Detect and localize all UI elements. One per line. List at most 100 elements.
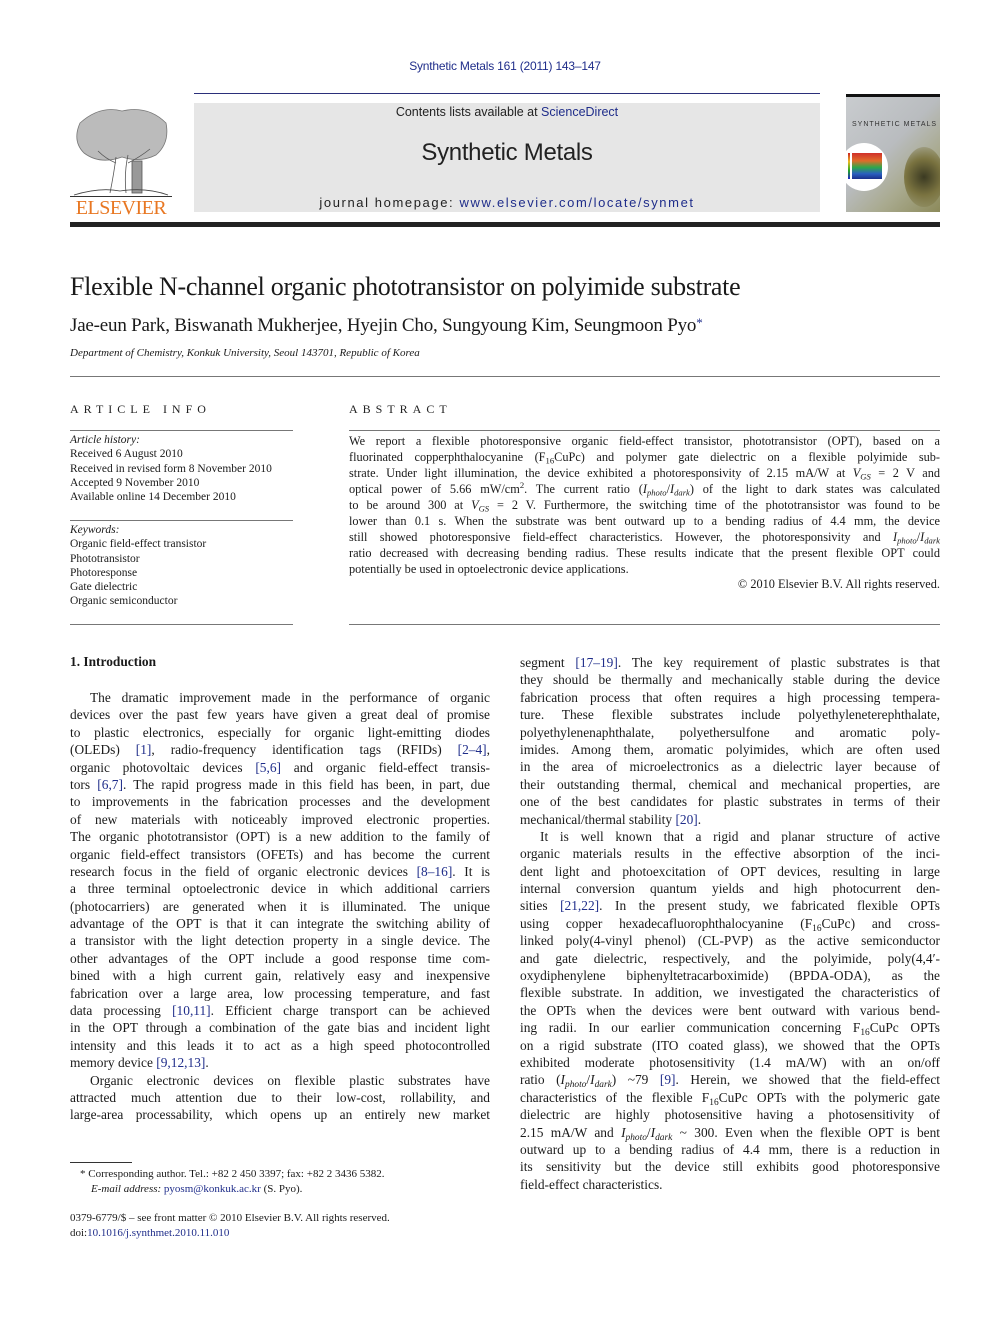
body-line: characteristics of the flexible F16CuPc …: [520, 1089, 941, 1108]
article-info-heading: ARTICLE INFO: [70, 402, 211, 416]
abstract-line: strate. Under light illumination, the de…: [349, 465, 940, 481]
citation-link[interactable]: [5,6]: [255, 760, 281, 775]
body-line: flexible substrate. In addition, we inve…: [520, 984, 940, 1001]
citation-link[interactable]: [21,22]: [560, 898, 599, 913]
text-run: large-area processability, which opens u…: [70, 1107, 490, 1123]
body-line: Organic electronic devices on flexible p…: [70, 1072, 490, 1089]
citation-link[interactable]: [17–19]: [575, 655, 617, 670]
issn-line: 0379-6779/$ – see front matter © 2010 El…: [70, 1212, 390, 1224]
cover-figure: [846, 143, 888, 191]
text-run: segment: [520, 655, 576, 670]
keywords-label: Keywords:: [70, 524, 120, 536]
citation-link[interactable]: [8–16]: [417, 864, 453, 879]
text-run: intensity and this leads it to act as a …: [70, 1037, 490, 1053]
text-run: . Efficient charge transport can be achi…: [210, 1003, 490, 1019]
text-run: , radio-frequency identification tags (R…: [151, 742, 458, 758]
text-run: a three terminal optoelectronic device i…: [70, 881, 490, 897]
text-run: potentially be used in optoelectronic de…: [349, 562, 629, 576]
body-line: ratio (Iphoto/Idark) ~79 [9]. Herein, we…: [520, 1071, 940, 1090]
body-line: advantage of the OPT is that it can inte…: [70, 915, 490, 932]
text-run: ) of the light to dark states was calcul…: [689, 482, 940, 496]
text-run: organic photovoltaic devices: [70, 759, 256, 775]
keyword-item: Organic semiconductor: [70, 595, 178, 608]
body-line: tors [6,7]. The rapid progress made in t…: [70, 776, 490, 793]
history-item: Received 6 August 2010: [70, 448, 183, 461]
abstract-line: optical power of 5.66 mW/cm2. The curren…: [349, 481, 940, 497]
body-line: outward up to a bending radius of 4.4 mm…: [520, 1141, 940, 1158]
body-line: its sensitivity but the device still exh…: [520, 1158, 940, 1175]
citation-link[interactable]: [1]: [136, 742, 152, 757]
text-run: data processing: [70, 1003, 173, 1019]
text-run: internal conversion quantum yields and h…: [520, 881, 940, 897]
article-history: Article history: Received 6 August 2010 …: [70, 433, 272, 504]
text-run: fabrication over a large area, low proce…: [70, 985, 490, 1001]
body-line: dielectric are highly photosensitive hav…: [520, 1106, 940, 1123]
text-run: . It is: [452, 863, 490, 879]
header-thick-rule: [70, 222, 940, 227]
homepage-prefix: journal homepage:: [319, 195, 460, 210]
body-line: polyethylenenaphthalate, polyethersulfon…: [520, 724, 940, 741]
corresponding-author-note: * Corresponding author. Tel.: +82 2 450 …: [80, 1168, 385, 1180]
body-line: fabrication over a large area, low proce…: [70, 985, 490, 1002]
text-run: outward up to a bending radius of 4.4 mm…: [520, 1141, 940, 1157]
body-line: research focus in the field of organic e…: [70, 863, 490, 880]
abstract-heading: ABSTRACT: [349, 402, 452, 416]
body-line: oxydiphenylene biphenyltetracarboximide)…: [520, 967, 940, 984]
email-suffix: (S. Pyo).: [260, 1183, 303, 1195]
sciencedirect-link[interactable]: ScienceDirect: [541, 105, 618, 119]
text-run: dent light and photoexcitation of OPT de…: [520, 863, 940, 879]
text-run: (OLEDs): [70, 742, 136, 758]
text-run: in the area of microelectronics as a die…: [520, 759, 940, 775]
body-line: large-area processability, which opens u…: [70, 1106, 490, 1123]
text-run: CuPc) and cross-: [821, 915, 940, 931]
citation-link[interactable]: [6,7]: [97, 777, 123, 792]
abstract-line: potentially be used in optoelectronic de…: [349, 561, 940, 577]
text-run: and organic field-effect transis-: [281, 759, 491, 775]
abstract-line: lower than 0.1 s. When the substrate was…: [349, 513, 940, 529]
text-run: The organic phototransistor (OPT) is a n…: [70, 829, 490, 845]
header-rule: [194, 93, 820, 94]
text-run: organic field-effect transistors (OFETs)…: [70, 846, 490, 862]
front-matter: 0379-6779/$ – see front matter © 2010 El…: [70, 1211, 390, 1241]
body-line: linked poly(4-vinyl phenol) (CL-PVP) as …: [520, 932, 940, 949]
abstract-copyright: © 2010 Elsevier B.V. All rights reserved…: [737, 577, 940, 591]
body-line: attracted much attention due to their lo…: [70, 1089, 490, 1106]
text-run: flexible substrate. In addition, we inve…: [520, 985, 940, 1001]
doi-link[interactable]: 10.1016/j.synthmet.2010.11.010: [87, 1227, 229, 1239]
journal-cover-image[interactable]: SYNTHETIC METALS: [846, 94, 940, 212]
elsevier-wordmark: ELSEVIER: [75, 197, 167, 219]
citation-link[interactable]: [2–4]: [458, 742, 487, 757]
text-run: CuPc) and polymer gate dielectric on a f…: [554, 450, 940, 464]
text-run: CuPc OPTs with the polymeric gate: [718, 1089, 941, 1105]
email-label: E-mail address:: [91, 1183, 164, 1195]
text-run: advantage of the OPT is that it can inte…: [70, 916, 490, 932]
body-line: ing radii. In our earlier communication …: [520, 1019, 940, 1038]
text-run: oxydiphenylene biphenyltetracarboximide)…: [520, 968, 940, 984]
elsevier-logo[interactable]: ELSEVIER: [70, 103, 172, 219]
text-run: ~ 300. Even when the flexible OPT is ben…: [672, 1124, 941, 1140]
history-item: Available online 14 December 2010: [70, 491, 236, 504]
text-run: the OPTs when the devices were bent outw…: [520, 1002, 940, 1018]
text-run: = 2 V and: [870, 466, 940, 480]
homepage-line: journal homepage: www.elsevier.com/locat…: [194, 195, 820, 210]
divider: [70, 624, 293, 625]
email-link[interactable]: pyosm@konkuk.ac.kr: [164, 1183, 261, 1195]
citation-link[interactable]: [9]: [660, 1072, 676, 1087]
journal-homepage-link[interactable]: www.elsevier.com/locate/synmet: [459, 195, 694, 210]
body-line: data processing [10,11]. Efficient charg…: [70, 1002, 490, 1019]
text-run: .: [205, 1055, 209, 1071]
text-run: sities: [520, 898, 561, 914]
body-line: 2.15 mA/W and Iphoto/Idark ~ 300. Even w…: [520, 1124, 941, 1143]
body-line: memory device [9,12,13].: [70, 1054, 490, 1071]
text-run: using copper hexadecafluorophthalocyanin…: [520, 915, 813, 931]
keyword-item: Phototransistor: [70, 552, 140, 565]
keyword-item: Photoresponse: [70, 566, 138, 579]
citation-link[interactable]: [20]: [675, 812, 697, 827]
running-head[interactable]: Synthetic Metals 161 (2011) 143–147: [0, 59, 992, 73]
citation-link[interactable]: [10,11]: [172, 1003, 211, 1018]
corresponding-author-mark[interactable]: *: [696, 315, 703, 330]
body-line: ture. These flexible substrates include …: [520, 706, 940, 723]
text-run: mechanical/thermal stability: [520, 811, 676, 827]
citation-link[interactable]: [9,12,13]: [156, 1055, 205, 1070]
text-run: Organic electronic devices on flexible p…: [90, 1072, 490, 1088]
